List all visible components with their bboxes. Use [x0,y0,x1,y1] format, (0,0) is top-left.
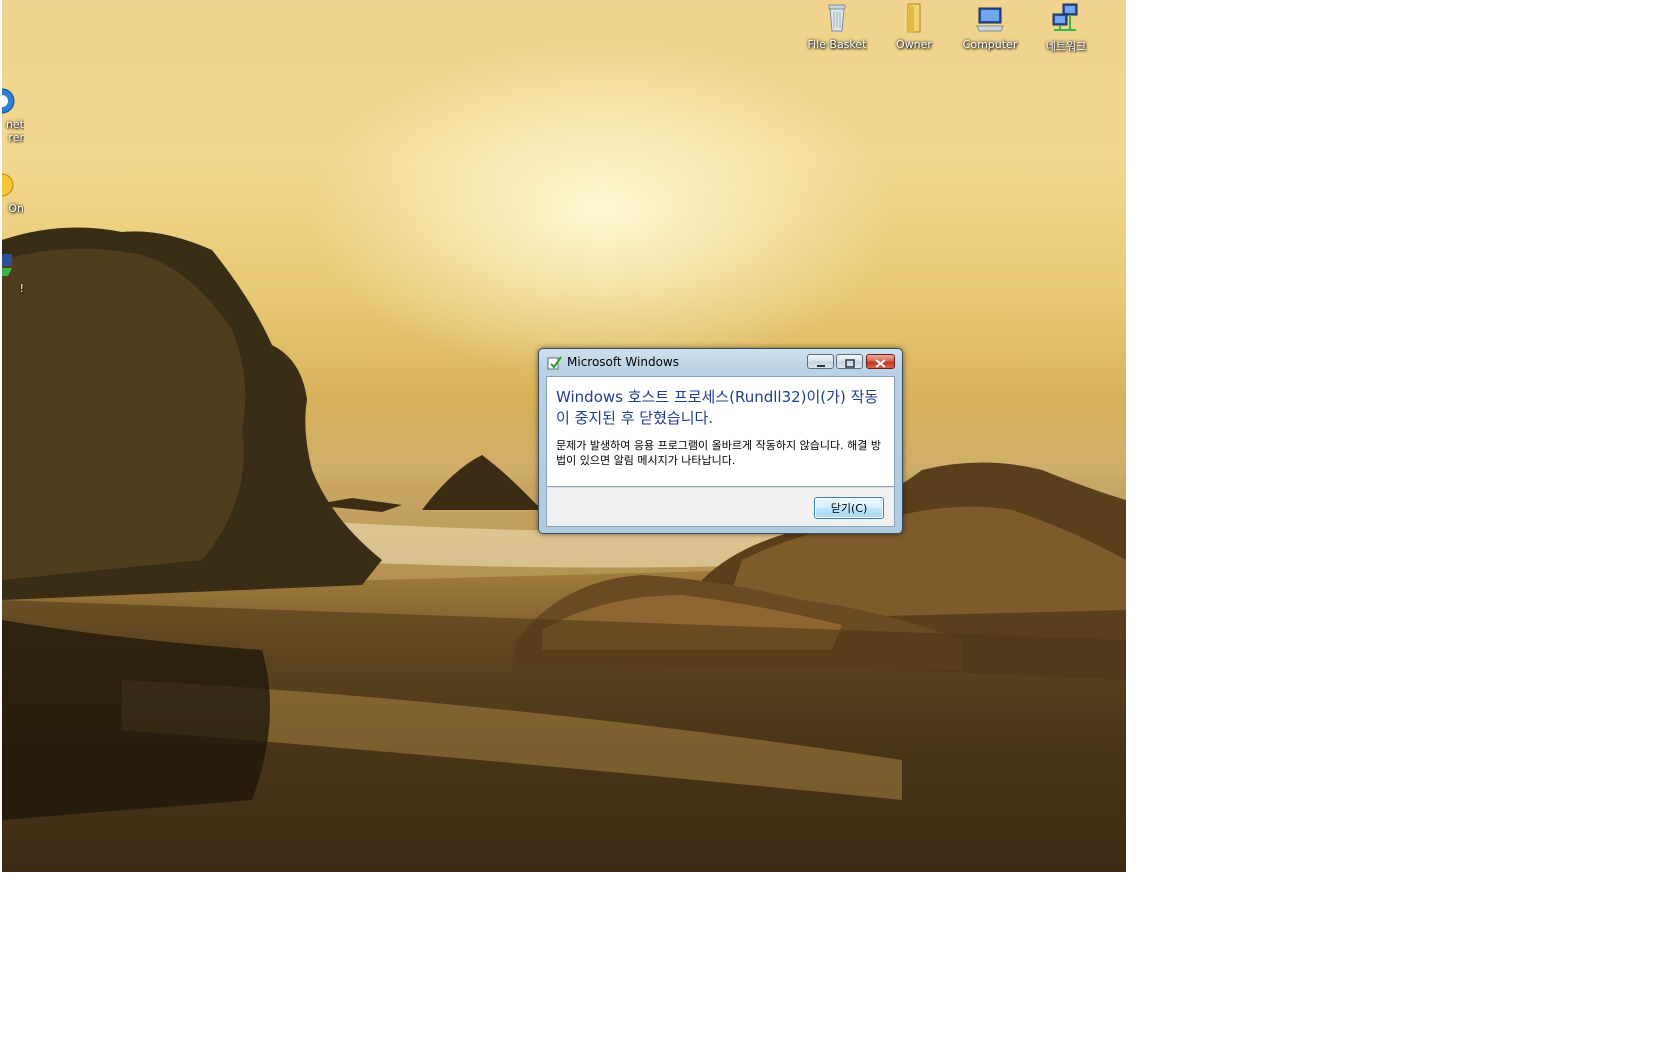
internet-explorer-icon [2,88,15,114]
minimize-button[interactable] [807,354,834,369]
computer-icon [976,7,1004,32]
dialog-titlebar[interactable]: Microsoft Windows [539,349,902,375]
desktop-icon-label: net rer [5,118,24,144]
user-folder-icon [907,3,921,33]
desktop-icon-network[interactable]: 네트워크 [1028,2,1104,54]
dialog-title: Microsoft Windows [567,355,679,369]
close-button[interactable]: 닫기(C) [814,497,884,519]
network-icon [1052,3,1078,31]
main-instruction: Windows 호스트 프로세스(Rundll32)이(가) 작동이 중지된 후… [556,388,879,427]
desktop-icon-app[interactable]: ! [2,252,24,302]
maximize-icon [845,359,855,368]
dialog-content: Windows 호스트 프로세스(Rundll32)이(가) 작동이 중지된 후… [546,376,895,487]
windows-app-icon [547,356,562,370]
maximize-button[interactable] [836,354,863,369]
minimize-icon [817,365,825,367]
desktop-icon-file-basket[interactable]: File Basket [799,2,875,51]
recycle-bin-icon [828,4,846,32]
dialog-body-text: 문제가 발생하여 응용 프로그램이 올바르게 작동하지 않습니다. 해결 방법이… [556,439,881,467]
messenger-icon [2,173,14,197]
desktop-icon-label: Computer [962,38,1018,51]
error-dialog: Microsoft Windows Windows 호스트 프로세스(Rundl… [538,348,903,534]
desktop-icon-computer[interactable]: Computer [952,2,1028,51]
app-icon [2,254,12,276]
desktop-icon-internet-explorer[interactable]: net rer [2,88,24,158]
desktop-icon-label: File Basket [807,38,867,51]
desktop-icon-label: ! [19,282,24,295]
desktop-icon-label: Owner [896,38,932,51]
close-window-button[interactable] [866,354,895,369]
close-icon [875,359,886,368]
desktop-icon-owner[interactable]: Owner [876,2,952,51]
dialog-footer: 닫기(C) [546,487,895,527]
desktop-icon-label: 네트워크 [1045,40,1087,53]
desktop-icon-messenger[interactable]: On [2,172,24,222]
desktop-icon-label: On [8,202,24,215]
